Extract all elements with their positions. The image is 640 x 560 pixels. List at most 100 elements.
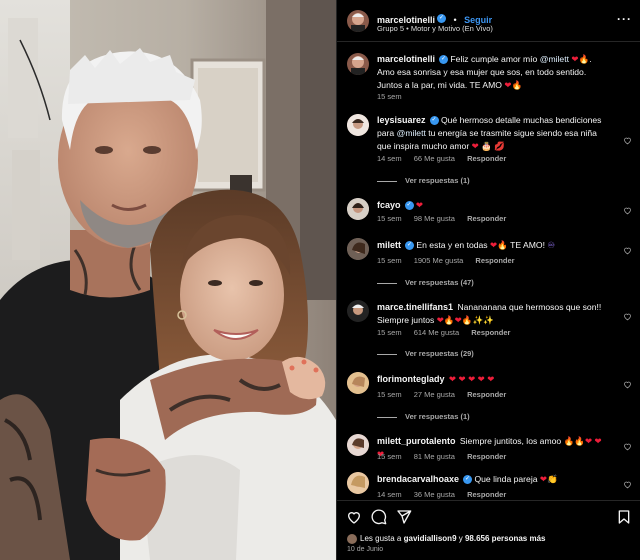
comment-username[interactable]: marce.tinellifans1: [377, 302, 453, 312]
fire-emoji: 🔥: [497, 240, 508, 250]
comment-time: 15 sem: [377, 390, 402, 399]
reply-button[interactable]: Responder: [467, 154, 506, 163]
fire-emoji: 🔥: [574, 436, 585, 446]
post-header: marcelotinelli ✓ • Seguir Grupo 5 • Motor…: [337, 0, 640, 42]
comment-time: 15 sem: [377, 214, 402, 223]
comment-text-pre: Siempre juntitos, los amoo: [459, 436, 562, 446]
heart-emoji: ❤: [436, 315, 444, 325]
comment-likes[interactable]: 66 Me gusta: [414, 154, 455, 163]
more-icon[interactable]: ···: [617, 12, 632, 26]
audio-track[interactable]: Grupo 5 • Motor y Motivo (En Vivo): [377, 24, 493, 33]
comment-time: 15 sem: [377, 256, 402, 265]
comment-meta: 14 sem 66 Me gusta Responder: [377, 154, 516, 163]
comment-avatar[interactable]: [347, 300, 369, 322]
fire-emoji: 🔥: [511, 80, 523, 90]
caption-text: marcelotinelli ✓ Feliz cumple amor mío @m…: [377, 54, 592, 90]
infinity-emoji: ♾: [547, 240, 556, 250]
comment-time: 14 sem: [377, 490, 402, 499]
caption-meta: 15 sem: [377, 92, 412, 101]
comment-username[interactable]: brendacarvalhoaxe: [377, 474, 459, 484]
like-comment-icon[interactable]: [623, 442, 632, 451]
heart-emoji: ❤: [471, 141, 479, 151]
comment-username[interactable]: fcayo: [377, 200, 401, 210]
reply-button[interactable]: Responder: [467, 452, 506, 461]
couple-selfie-image: [0, 0, 336, 560]
reply-button[interactable]: Responder: [467, 390, 506, 399]
author-avatar[interactable]: [347, 10, 369, 32]
caption-time: 15 sem: [377, 92, 402, 101]
comment-likes[interactable]: 36 Me gusta: [414, 490, 455, 499]
clap-emoji: 👏: [547, 474, 558, 484]
comment-meta: 15 sem 614 Me gusta Responder: [377, 328, 520, 337]
view-replies-button[interactable]: Ver respuestas (47): [377, 278, 474, 287]
comment-text-post: TE AMO!: [510, 240, 545, 250]
comment-text: fcayo ✓ ❤: [377, 199, 603, 212]
comment-time: 15 sem: [377, 452, 402, 461]
likes-summary[interactable]: Les gusta a gavidiallison9 y 98.656 pers…: [347, 534, 545, 544]
like-comment-icon[interactable]: [623, 206, 632, 215]
caption-post: Amo esa sonrisa y esa mujer que sos, en …: [377, 67, 587, 90]
comment-likes[interactable]: 98 Me gusta: [414, 214, 455, 223]
heart-icon[interactable]: [346, 509, 362, 525]
like-comment-icon[interactable]: [623, 136, 632, 145]
verified-badge-icon: ✓: [439, 55, 449, 65]
comment-likes[interactable]: 81 Me gusta: [414, 452, 455, 461]
comment-avatar[interactable]: [347, 198, 369, 220]
comment-mention[interactable]: @milett: [397, 128, 426, 138]
caption-pre: Feliz cumple amor mío: [450, 54, 538, 64]
heart-emoji: ❤: [454, 315, 462, 325]
verified-badge-icon: ✓: [404, 201, 414, 211]
comment-avatar[interactable]: [347, 238, 369, 260]
comment-avatar[interactable]: [347, 372, 369, 394]
caption-mention[interactable]: @milett: [540, 54, 569, 64]
kiss-emoji: 💋: [494, 141, 505, 151]
view-replies-button[interactable]: Ver respuestas (29): [377, 349, 474, 358]
reply-button[interactable]: Responder: [471, 328, 510, 337]
like-comment-icon[interactable]: [623, 380, 632, 389]
comment-time: 15 sem: [377, 328, 402, 337]
reply-button[interactable]: Responder: [467, 490, 506, 499]
liker-username[interactable]: gavidiallison9: [404, 534, 457, 543]
comment-meta: 15 sem 27 Me gusta Responder: [377, 390, 516, 399]
comment-username[interactable]: leysisuarez: [377, 115, 426, 125]
comment-icon[interactable]: [371, 509, 387, 525]
comment-avatar[interactable]: [347, 434, 369, 456]
view-replies-button[interactable]: Ver respuestas (1): [377, 176, 470, 185]
comments-panel: marcelotinelli ✓ • Seguir Grupo 5 • Motor…: [336, 0, 640, 560]
comment-avatar[interactable]: [347, 114, 369, 136]
comment-likes[interactable]: 27 Me gusta: [414, 390, 455, 399]
fire-emoji: 🔥: [563, 436, 575, 446]
like-comment-icon[interactable]: [623, 246, 632, 255]
verified-badge-icon: ✓: [405, 241, 415, 251]
like-comment-icon[interactable]: [623, 312, 632, 321]
comment-text: leysisuarez ✓ Qué hermoso detalle muchas …: [377, 114, 603, 153]
comment-meta: 14 sem 36 Me gusta Responder: [377, 490, 516, 499]
heart-emoji: ❤: [504, 80, 512, 90]
comment-avatar[interactable]: [347, 472, 369, 494]
fire-emoji: 🔥: [443, 315, 455, 325]
share-icon[interactable]: [396, 509, 412, 525]
comment-text: marce.tinellifans1 Nanananana que hermos…: [377, 301, 603, 327]
heart-emoji: ❤: [571, 54, 579, 64]
bookmark-icon[interactable]: [616, 509, 632, 525]
like-comment-icon[interactable]: [623, 480, 632, 489]
verified-badge-icon: ✓: [463, 475, 473, 485]
post-photo[interactable]: [0, 0, 336, 560]
comment-likes[interactable]: 614 Me gusta: [414, 328, 459, 337]
caption-avatar[interactable]: [347, 53, 369, 75]
comment-text-pre: Que linda pareja: [474, 474, 538, 484]
comment-username[interactable]: florimonteglady: [377, 374, 445, 384]
sparkles-emoji: ✨: [483, 315, 494, 325]
comment-username[interactable]: milett: [377, 240, 401, 250]
comment-username[interactable]: milett_purotalento: [377, 436, 456, 446]
likes-count[interactable]: 98.656 personas más: [465, 534, 546, 543]
caption-username[interactable]: marcelotinelli: [377, 54, 435, 64]
reply-button[interactable]: Responder: [467, 214, 506, 223]
verified-badge-icon: ✓: [429, 116, 439, 126]
comment-meta: 15 sem 81 Me gusta Responder: [377, 452, 516, 461]
cake-emoji: 🎂: [481, 141, 492, 151]
comment-likes[interactable]: 1905 Me gusta: [414, 256, 464, 265]
reply-button[interactable]: Responder: [475, 256, 514, 265]
view-replies-button[interactable]: Ver respuestas (1): [377, 412, 470, 421]
hearts-emoji: ❤ ❤ ❤ ❤ ❤: [448, 374, 495, 384]
